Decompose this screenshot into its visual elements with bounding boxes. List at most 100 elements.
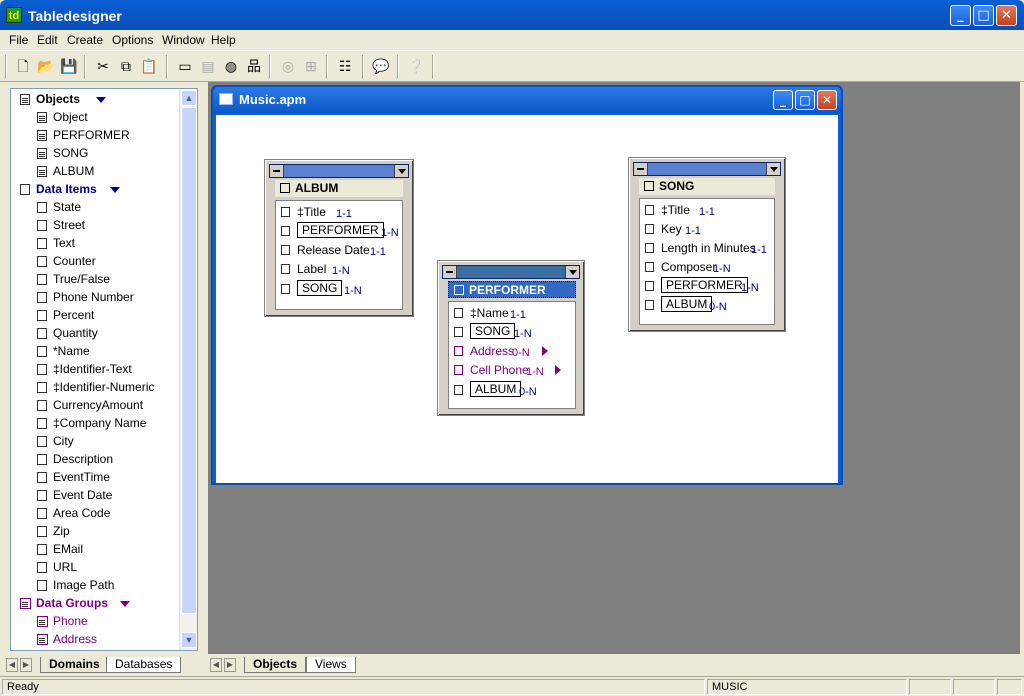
minimize-object-icon[interactable] (270, 165, 284, 177)
tree-scrollbar[interactable]: ▲ ▼ (179, 89, 197, 650)
tree-item-data-label: Street (53, 218, 86, 232)
data-item-icon (37, 292, 47, 303)
title-bar[interactable]: td Tabledesigner _ □ ✕ (0, 0, 1024, 30)
object-album-header[interactable]: ALBUM (275, 180, 403, 197)
attribute-row[interactable]: Cell Phone 1-N (454, 362, 572, 380)
data-group-icon (20, 598, 31, 609)
status-panel (909, 679, 951, 695)
attribute-row[interactable]: Release Date 1-1 (281, 242, 399, 260)
object-song-header[interactable]: SONG (639, 178, 775, 195)
object-icon (454, 285, 464, 295)
tab-prev-button[interactable]: ◀ (6, 658, 18, 672)
attribute-row[interactable]: Address 0-N (454, 343, 572, 361)
data-item-icon (37, 580, 47, 591)
scroll-up-button[interactable]: ▲ (181, 90, 197, 106)
data-item-icon (37, 472, 47, 483)
minimize-object-icon[interactable] (443, 266, 457, 278)
save-icon[interactable]: 💾 (58, 55, 80, 77)
object-album-attributes: ‡Title 1-1 PERFORMER 1-N Release Date 1-1 L… (275, 200, 403, 310)
attribute-row[interactable]: Label 1-N (281, 261, 399, 279)
doc-maximize-button[interactable]: □ (795, 90, 815, 110)
object-album-bar[interactable] (269, 164, 409, 178)
menu-file[interactable]: File (9, 33, 28, 47)
object-performer-bar[interactable] (442, 265, 580, 279)
grid-icon[interactable]: ⊞ (300, 55, 322, 77)
doc-minimize-button[interactable]: _ (773, 90, 793, 110)
object-ref-icon (645, 300, 654, 310)
attribute-row[interactable]: Composer 1-N (645, 259, 771, 277)
diagram-canvas[interactable]: ALBUM ‡Title 1-1 PERFORMER 1-N Release Dat… (216, 115, 838, 483)
doc-close-button[interactable]: ✕ (817, 90, 837, 110)
collapse-arrow-icon[interactable] (120, 601, 130, 607)
cut-icon[interactable]: ✂ (92, 55, 114, 77)
minimize-button[interactable]: _ (950, 5, 971, 26)
object-performer-header[interactable]: PERFORMER (448, 281, 576, 298)
scroll-thumb[interactable] (181, 107, 197, 614)
main-tab-strip: ◀ ▶ Objects Views (210, 656, 1020, 674)
attribute-row[interactable]: ALBUM 0-N (454, 381, 572, 400)
main-tab-next-button[interactable]: ▶ (224, 658, 236, 672)
minimize-object-icon[interactable] (634, 163, 648, 175)
collapse-arrow-icon[interactable] (96, 97, 106, 103)
document-title-bar[interactable]: Music.apm _ □ ✕ (213, 87, 841, 113)
paste-icon[interactable]: 📋 (138, 55, 160, 77)
left-tab-strip: ◀ ▶ Domains Databases (6, 656, 206, 674)
close-button[interactable]: ✕ (996, 5, 1017, 26)
tab-databases[interactable]: Databases (106, 657, 182, 673)
object-song-bar[interactable] (633, 162, 781, 176)
attribute-row[interactable]: ‡Name 1-1 (454, 305, 572, 323)
globe-icon[interactable]: ◎ (277, 55, 299, 77)
attribute-row[interactable]: PERFORMER 1-N (281, 222, 399, 241)
hierarchy-icon[interactable]: 品 (243, 55, 265, 77)
object-album[interactable]: ALBUM ‡Title 1-1 PERFORMER 1-N Release Dat… (264, 159, 414, 317)
properties-icon[interactable]: ☷ (334, 55, 356, 77)
toolbar-separator (432, 55, 434, 79)
object-performer[interactable]: PERFORMER ‡Name 1-1 SONG 1-N Address 0-N Ce… (437, 260, 585, 416)
music-document-window[interactable]: Music.apm _ □ ✕ ALBUM ‡Title 1-1 PERFORME… (211, 85, 843, 485)
attribute-row[interactable]: SONG 1-N (454, 323, 572, 342)
copy-icon[interactable]: ⧉ (115, 55, 137, 77)
dropdown-arrow-icon[interactable] (394, 165, 408, 177)
attribute-row[interactable]: Length in Minutes 1-1 (645, 240, 771, 258)
tab-domains[interactable]: Domains (40, 657, 109, 673)
attribute-row[interactable]: Key 1-1 (645, 221, 771, 239)
attribute-row[interactable]: ‡Title 1-1 (281, 204, 399, 222)
comment-icon[interactable]: 💬 (370, 55, 392, 77)
tab-objects[interactable]: Objects (244, 657, 307, 673)
database-icon[interactable]: ◍ (220, 55, 242, 77)
expand-arrow-icon[interactable] (542, 346, 548, 356)
attribute-row[interactable]: ‡Title 1-1 (645, 202, 771, 220)
data-item-icon (645, 243, 654, 253)
main-tab-prev-button[interactable]: ◀ (210, 658, 222, 672)
attribute-row[interactable]: PERFORMER 1-N (645, 277, 771, 296)
help-icon[interactable]: ❔ (405, 55, 427, 77)
menu-edit[interactable]: Edit (37, 33, 58, 47)
menu-create[interactable]: Create (67, 33, 103, 47)
dropdown-arrow-icon[interactable] (565, 266, 579, 278)
table-icon[interactable]: ▭ (174, 55, 196, 77)
new-icon[interactable]: 🗋 (12, 55, 34, 77)
tree-item-data-label: EventTime (53, 470, 110, 484)
collapse-arrow-icon[interactable] (110, 187, 120, 193)
menu-options[interactable]: Options (112, 33, 153, 47)
maximize-button[interactable]: □ (973, 5, 994, 26)
object-song[interactable]: SONG ‡Title 1-1 Key 1-1 Length in Minutes 1… (628, 157, 786, 332)
tab-views[interactable]: Views (306, 657, 356, 673)
dropdown-arrow-icon[interactable] (766, 163, 780, 175)
tree-header-data-groups-label: Data Groups (36, 596, 109, 610)
menu-help[interactable]: Help (211, 33, 236, 47)
data-item-icon (37, 328, 47, 339)
scroll-down-button[interactable]: ▼ (181, 632, 197, 648)
status-panel (953, 679, 995, 695)
menu-window[interactable]: Window (162, 33, 205, 47)
attribute-row[interactable]: SONG 1-N (281, 280, 399, 299)
expand-arrow-icon[interactable] (555, 365, 561, 375)
tab-next-button[interactable]: ▶ (20, 658, 32, 672)
domain-tree-panel[interactable]: Objects Object PERFORMER SONG ALBUM Data Item… (10, 88, 198, 651)
form-icon[interactable]: ▤ (197, 55, 219, 77)
attribute-row[interactable]: ALBUM 0-N (645, 296, 771, 315)
status-bar: Ready MUSIC (0, 676, 1024, 696)
open-icon[interactable]: 📂 (35, 55, 57, 77)
document-title: Music.apm (239, 92, 307, 107)
object-ref-icon (454, 327, 463, 337)
